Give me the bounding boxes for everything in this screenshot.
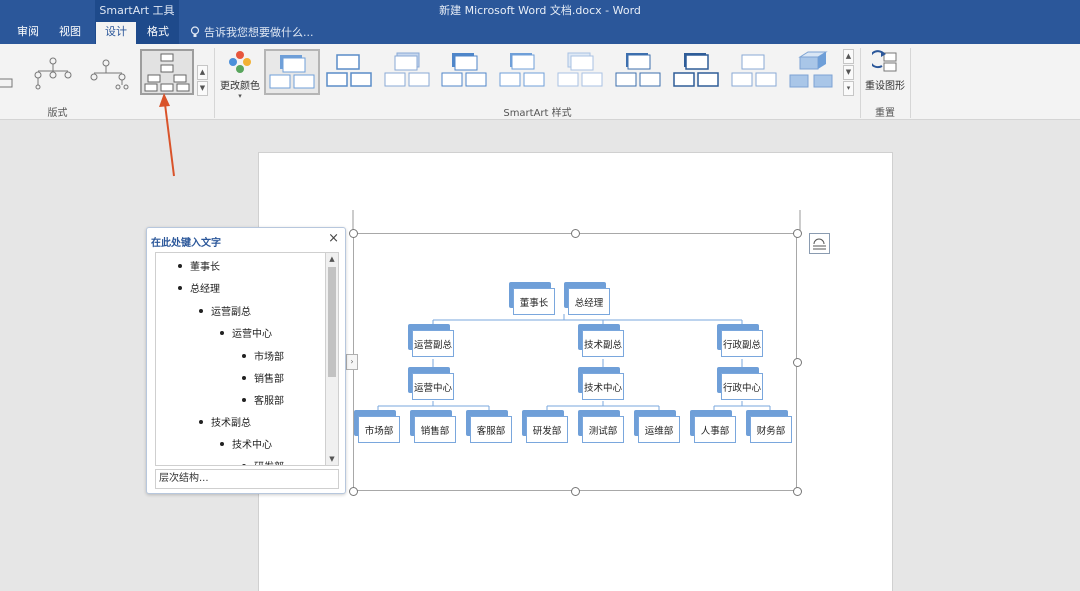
list-item[interactable]: 研发部	[242, 458, 284, 465]
org-node-label: 董事长	[513, 288, 555, 315]
close-icon[interactable]: ×	[328, 231, 339, 246]
bullet-icon	[199, 419, 203, 424]
org-node-label: 财务部	[750, 416, 792, 443]
list-item[interactable]: 总经理	[178, 280, 220, 295]
text-pane-title: 在此处键入文字	[151, 238, 221, 249]
bullet-icon	[178, 285, 182, 290]
list-item[interactable]: 运营中心	[220, 325, 272, 340]
scrollbar-thumb[interactable]	[328, 267, 336, 377]
org-node-label: 技术中心	[582, 373, 624, 400]
org-node-label: 运营副总	[412, 330, 454, 357]
list-item[interactable]: 董事长	[178, 258, 220, 273]
org-node-label: 技术副总	[582, 330, 624, 357]
org-node-label: 运维部	[638, 416, 680, 443]
org-node-label: 行政中心	[721, 373, 763, 400]
list-item[interactable]: 运营副总	[199, 303, 251, 318]
scroll-up-icon[interactable]: ▲	[326, 253, 338, 265]
bullet-icon	[199, 308, 203, 313]
bullet-icon	[242, 375, 246, 380]
bullet-icon	[220, 441, 224, 446]
hierarchy-link[interactable]: 层次结构...	[155, 469, 339, 489]
list-item[interactable]: 技术副总	[199, 414, 251, 429]
org-node-label: 总经理	[568, 288, 610, 315]
text-pane-scrollbar[interactable]: ▲ ▼	[325, 252, 339, 466]
org-node-label: 人事部	[694, 416, 736, 443]
bullet-icon	[242, 353, 246, 358]
list-item[interactable]: 技术中心	[220, 436, 272, 451]
bullet-icon	[242, 397, 246, 402]
smartart-text-pane: 在此处键入文字 × 董事长 总经理 运营副总 运营中心 市场部 销售部 客服部 …	[146, 227, 346, 494]
text-pane-list[interactable]: 董事长 总经理 运营副总 运营中心 市场部 销售部 客服部 技术副总 技术中心 …	[155, 252, 330, 466]
list-item[interactable]: 客服部	[242, 392, 284, 407]
org-node-label: 销售部	[414, 416, 456, 443]
org-node-label: 客服部	[470, 416, 512, 443]
bullet-icon	[242, 463, 246, 465]
bullet-icon	[178, 263, 182, 268]
org-node-label: 市场部	[358, 416, 400, 443]
org-node-label: 测试部	[582, 416, 624, 443]
org-node-label: 研发部	[526, 416, 568, 443]
org-node-label: 运营中心	[412, 373, 454, 400]
scroll-down-icon[interactable]: ▼	[326, 453, 338, 465]
bullet-icon	[220, 330, 224, 335]
list-item[interactable]: 销售部	[242, 370, 284, 385]
list-item[interactable]: 市场部	[242, 348, 284, 363]
org-node-label: 行政副总	[721, 330, 763, 357]
